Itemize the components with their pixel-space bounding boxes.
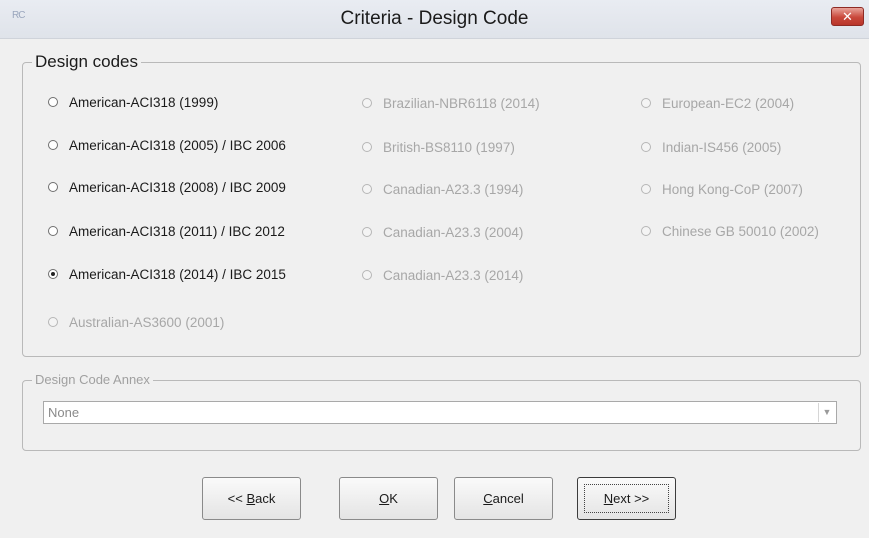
radio-canadian-a23-3-1994[interactable]: Canadian-A23.3 (1994) xyxy=(362,178,523,200)
radio-label: American-ACI318 (2011) / IBC 2012 xyxy=(69,223,285,239)
radio-australian-as3600-2001[interactable]: Australian-AS3600 (2001) xyxy=(48,311,224,333)
radio-circle-icon xyxy=(48,226,58,236)
radio-label: American-ACI318 (2008) / IBC 2009 xyxy=(69,179,286,195)
cancel-button[interactable]: Cancel xyxy=(454,477,553,520)
radio-label: Brazilian-NBR6118 (2014) xyxy=(383,95,540,111)
radio-circle-icon xyxy=(641,184,651,194)
radio-american-aci318-1999[interactable]: American-ACI318 (1999) xyxy=(48,91,218,113)
radio-hong-kong-cop-2007[interactable]: Hong Kong-CoP (2007) xyxy=(641,178,803,200)
close-button[interactable]: ✕ xyxy=(831,7,864,26)
radio-circle-icon xyxy=(48,182,58,192)
radio-label: Hong Kong-CoP (2007) xyxy=(662,181,803,197)
radio-canadian-a23-3-2014[interactable]: Canadian-A23.3 (2014) xyxy=(362,264,523,286)
radio-indian-is456-2005[interactable]: Indian-IS456 (2005) xyxy=(641,136,781,158)
radio-label: Canadian-A23.3 (2004) xyxy=(383,224,524,240)
design-code-annex-legend: Design Code Annex xyxy=(32,372,153,387)
next-button-label: Next >> xyxy=(603,491,650,506)
close-icon: ✕ xyxy=(842,9,853,24)
radio-label: Canadian-A23.3 (1994) xyxy=(383,181,524,197)
radio-british-bs8110-1997[interactable]: British-BS8110 (1997) xyxy=(362,136,515,158)
design-code-annex-select[interactable]: None ▼ xyxy=(43,401,837,424)
radio-label: Chinese GB 50010 (2002) xyxy=(662,223,819,239)
radio-circle-icon xyxy=(362,98,372,108)
radio-label: Indian-IS456 (2005) xyxy=(662,139,782,155)
window-title: Criteria - Design Code xyxy=(340,8,529,29)
back-button[interactable]: << Back xyxy=(202,477,301,520)
radio-chinese-gb-50010-2002[interactable]: Chinese GB 50010 (2002) xyxy=(641,220,819,242)
radio-circle-icon xyxy=(362,142,372,152)
radio-label: British-BS8110 (1997) xyxy=(383,139,515,155)
radio-circle-icon xyxy=(641,226,651,236)
cancel-button-label: Cancel xyxy=(483,491,524,506)
next-button[interactable]: Next >> xyxy=(577,477,676,520)
radio-circle-icon xyxy=(48,140,58,150)
back-button-label: << Back xyxy=(227,491,276,506)
chevron-down-icon[interactable]: ▼ xyxy=(818,403,835,422)
radio-label: Canadian-A23.3 (2014) xyxy=(383,267,524,283)
radio-label: American-ACI318 (1999) xyxy=(69,94,219,110)
radio-circle-icon xyxy=(362,184,372,194)
radio-circle-icon xyxy=(641,142,651,152)
radio-label: American-ACI318 (2005) / IBC 2006 xyxy=(69,137,286,153)
radio-circle-icon xyxy=(362,270,372,280)
radio-label: European-EC2 (2004) xyxy=(662,95,795,111)
radio-canadian-a23-3-2004[interactable]: Canadian-A23.3 (2004) xyxy=(362,221,523,243)
radio-european-ec2-2004[interactable]: European-EC2 (2004) xyxy=(641,92,794,114)
radio-circle-icon xyxy=(48,269,58,279)
radio-circle-icon xyxy=(641,98,651,108)
radio-label: Australian-AS3600 (2001) xyxy=(69,314,225,330)
radio-label: American-ACI318 (2014) / IBC 2015 xyxy=(69,266,286,282)
radio-american-aci318-2014[interactable]: American-ACI318 (2014) / IBC 2015 xyxy=(48,263,286,285)
radio-circle-icon xyxy=(48,317,58,327)
radio-brazilian-nbr6118-2014[interactable]: Brazilian-NBR6118 (2014) xyxy=(362,92,540,114)
ok-button-label: OK xyxy=(379,491,398,506)
radio-circle-icon xyxy=(362,227,372,237)
annex-selected-value: None xyxy=(48,405,80,420)
ok-button[interactable]: OK xyxy=(339,477,438,520)
radio-american-aci318-2011[interactable]: American-ACI318 (2011) / IBC 2012 xyxy=(48,220,285,242)
radio-american-aci318-2005[interactable]: American-ACI318 (2005) / IBC 2006 xyxy=(48,134,286,156)
title-bar: RC Criteria - Design Code ✕ xyxy=(0,0,869,39)
radio-circle-icon xyxy=(48,97,58,107)
radio-american-aci318-2008[interactable]: American-ACI318 (2008) / IBC 2009 xyxy=(48,176,286,198)
design-codes-legend: Design codes xyxy=(32,52,142,72)
